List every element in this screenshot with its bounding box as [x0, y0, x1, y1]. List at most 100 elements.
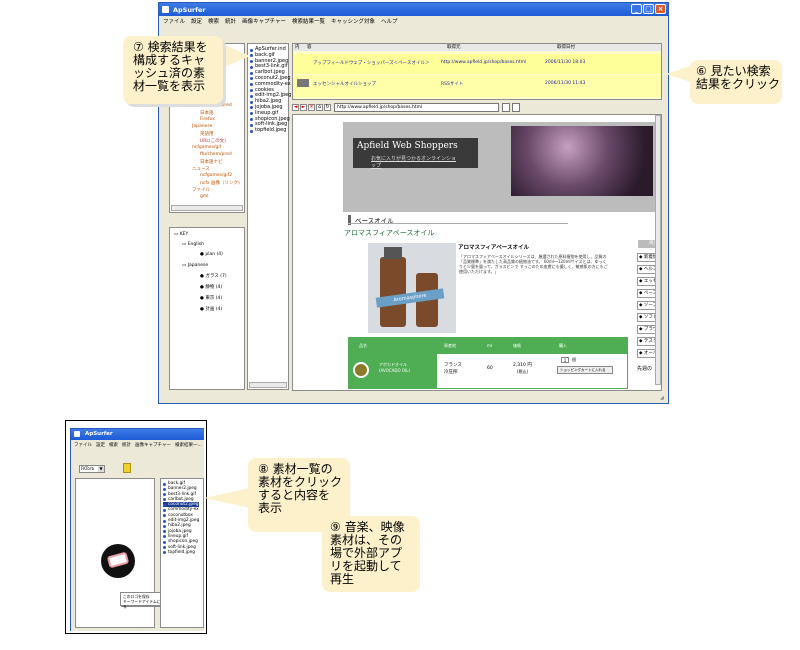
- menu-settings[interactable]: 設定: [191, 17, 202, 25]
- product-price: 2,310 円: [513, 363, 532, 368]
- tree-item[interactable]: ffu/chem/pred: [200, 152, 232, 157]
- file-item[interactable]: topfield.jpeg: [163, 550, 199, 555]
- group-label: English: [187, 242, 204, 247]
- key-group-english[interactable]: ▭ English: [182, 242, 204, 247]
- menu-search[interactable]: 検索: [208, 17, 219, 25]
- col-header[interactable]: 取得日付: [557, 44, 575, 51]
- resize-grip[interactable]: ◢: [660, 395, 666, 401]
- key-group-japanese[interactable]: ▭ Japanese: [182, 263, 208, 268]
- tree-item[interactable]: ncfgames/gif: [192, 145, 221, 150]
- address-bar[interactable]: http://www.apfield.jp/shop/bases.html: [334, 103, 499, 112]
- file-list[interactable]: ApSurfer.ind back.gif banner2.jpeg best3-li…: [250, 46, 291, 134]
- key-root[interactable]: ▭ KEY: [174, 232, 188, 237]
- key-item[interactable]: ● ガラス (7): [200, 273, 227, 279]
- home-button[interactable]: ⌂: [316, 104, 323, 111]
- result-row[interactable]: アップフィールドウェブ・ショッパーズ＜ベースオイル＞ http://www.ap…: [293, 54, 661, 74]
- menu-search[interactable]: 検索: [109, 442, 118, 448]
- section-rule: [348, 223, 568, 224]
- result-title[interactable]: アップフィールドウェブ・ショッパーズ＜ベースオイル＞: [313, 60, 429, 66]
- tree-item[interactable]: 英語用: [200, 131, 214, 137]
- browser-toolbar: ◄ ► ✕ ⌂ ↻ http://www.apfield.jp/shop/bas…: [292, 103, 662, 113]
- browser-view[interactable]: Apfield Web Shoppers お気に入りが見つかるオンラインショップ…: [292, 114, 662, 391]
- app-icon: [162, 6, 169, 13]
- tree-item[interactable]: 日本語ナビ: [200, 159, 223, 165]
- menu-settings[interactable]: 設定: [96, 442, 105, 448]
- site-title: Apfield Web Shoppers: [357, 141, 458, 151]
- app-title: ApSurfer: [173, 6, 206, 14]
- minimize-button[interactable]: _: [631, 4, 642, 14]
- key-item-label: 計画 (4): [205, 307, 223, 312]
- cached-file-list[interactable]: ApSurfer.ind back.gif banner2.jpeg best3-li…: [247, 43, 291, 390]
- dropdown-value: FKTorb: [81, 466, 95, 471]
- tree-item[interactable]: URL(この文): [200, 138, 226, 144]
- col-header[interactable]: 内: [293, 44, 307, 51]
- stop-button[interactable]: ✕: [308, 104, 315, 111]
- go-button[interactable]: [502, 103, 510, 112]
- col-header: ml: [487, 343, 493, 348]
- side-footer: 先週の: [637, 366, 653, 372]
- tree-item[interactable]: ncfgames/gif2: [200, 173, 232, 178]
- key-item-label: 静物 (4): [205, 285, 223, 290]
- col-header[interactable]: 容: [307, 44, 447, 51]
- quantity-input[interactable]: 1: [561, 357, 569, 363]
- tree-item[interactable]: ncfx 画像（リンク): [200, 180, 240, 186]
- bookmark-button[interactable]: [512, 103, 520, 112]
- key-item[interactable]: ● 東京 (4): [200, 295, 222, 301]
- key-item[interactable]: ● 計画 (4): [200, 306, 222, 312]
- menu-results[interactable]: 検索結果一覧: [292, 17, 325, 25]
- tree-hscrollbar[interactable]: [171, 205, 243, 211]
- product-process: 冷圧搾: [444, 370, 458, 375]
- bottle-cap: [384, 247, 402, 259]
- callout-7: ⑦ 検索結果を 構成するキャ ッシュ済の素 材一覧を表示: [123, 36, 223, 104]
- menu-stats[interactable]: 統計: [225, 17, 236, 25]
- col-header: 購入: [559, 343, 567, 348]
- folder-icon[interactable]: [123, 463, 131, 473]
- media-preview[interactable]: [101, 544, 135, 578]
- menu-capture[interactable]: 画像キャプチャー: [242, 17, 286, 25]
- menu-results[interactable]: 検索結果一...: [175, 442, 202, 448]
- menu-caching[interactable]: キャッシング対象: [331, 17, 375, 25]
- file-item[interactable]: topfield.jpeg: [250, 127, 291, 134]
- tree-item[interactable]: ファイル: [192, 187, 210, 193]
- tree-item[interactable]: 日本語: [200, 110, 214, 116]
- back-button[interactable]: ◄: [292, 104, 299, 111]
- callout-pointer-8: [204, 488, 250, 508]
- key-item[interactable]: ● 静物 (4): [200, 284, 222, 290]
- col-header[interactable]: 取得元: [447, 44, 557, 51]
- folder-dropdown[interactable]: FKTorb ▼: [79, 465, 105, 473]
- browser-vscrollbar[interactable]: [655, 115, 661, 385]
- tree-item[interactable]: ニュース: [192, 166, 210, 172]
- product-title: アロマスフィアベースオイル: [458, 245, 530, 251]
- forward-button[interactable]: ►: [300, 104, 307, 111]
- menu-help[interactable]: ヘルプ: [381, 17, 398, 25]
- result-title[interactable]: エッセンシャルオイルショップ: [313, 81, 376, 87]
- keyword-tree[interactable]: ▭ KEY ▭ English ● plan (4) ▭ Japanese ● …: [169, 227, 245, 390]
- callout-9: ⑨ 音楽、映像 素材は、その 場で外部アプ リを起動して 再生: [322, 516, 420, 592]
- key-item[interactable]: ● plan (4): [200, 252, 223, 257]
- maximize-button[interactable]: □: [643, 4, 654, 14]
- file-list[interactable]: back.gif banner2.jpeg best3-link.gif carlbo…: [163, 481, 200, 555]
- menu-stats[interactable]: 統計: [122, 442, 131, 448]
- tree-item[interactable]: Firefox: [200, 117, 215, 122]
- small-file-list[interactable]: back.gif banner2.jpeg best3-link.gif carlbo…: [160, 478, 204, 628]
- bottle-large: [380, 257, 406, 327]
- col-header: 品名: [359, 343, 367, 348]
- menu-file[interactable]: ファイル: [74, 442, 92, 448]
- tree-item[interactable]: Japanese: [192, 124, 212, 129]
- col-header: 原産地: [444, 343, 456, 348]
- tree-item[interactable]: gml: [200, 194, 209, 199]
- menu-file[interactable]: ファイル: [163, 17, 185, 25]
- hero-image: [511, 126, 653, 196]
- product-code: (AVOCADO OIL): [379, 368, 411, 373]
- result-row[interactable]: エッセンシャルオイルショップ RSSサイト 2006/11/30 11:43: [293, 75, 661, 97]
- refresh-button[interactable]: ↻: [324, 104, 331, 111]
- close-button[interactable]: ×: [655, 4, 666, 14]
- chevron-down-icon: ▼: [98, 466, 104, 472]
- site-subtitle[interactable]: お気に入りが見つかるオンラインショップ: [353, 151, 478, 169]
- menu-capture[interactable]: 画像キャプチャー: [135, 442, 171, 448]
- small-menu-bar: ファイル 設定 検索 統計 画像キャプチャー 検索結果一...: [71, 441, 205, 449]
- product-description: 「アロマスフィアベースオイルシリーズは、厳選された原料植物を使用し、品質の「品質…: [459, 254, 608, 274]
- title-bar: ApSurfer _ □ ×: [159, 3, 668, 16]
- files-hscrollbar[interactable]: [249, 382, 287, 388]
- add-to-cart-button[interactable]: ショッピングカートに入れる: [557, 366, 613, 374]
